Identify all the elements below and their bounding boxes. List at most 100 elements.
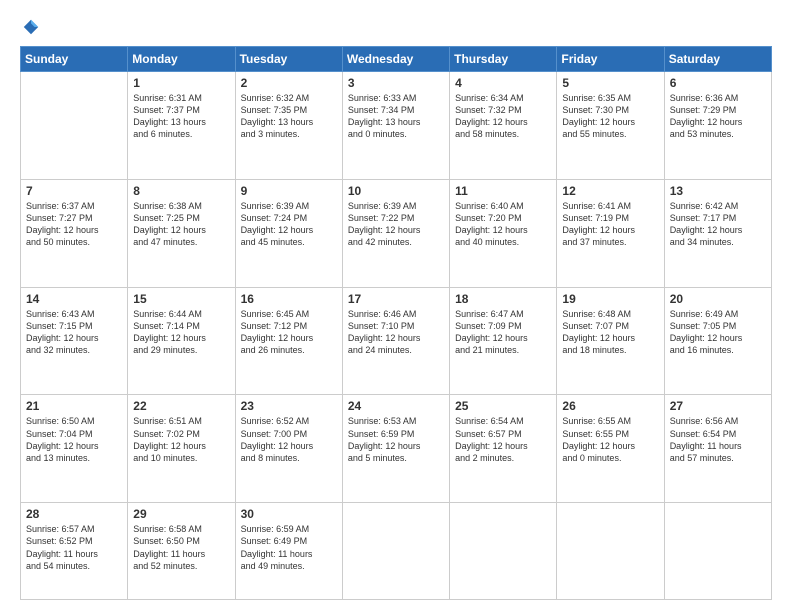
- day-number: 28: [26, 507, 122, 521]
- cell-info: Sunrise: 6:43 AM Sunset: 7:15 PM Dayligh…: [26, 308, 122, 357]
- calendar-cell: 25 Sunrise: 6:54 AM Sunset: 6:57 PM Dayli…: [450, 395, 557, 503]
- cell-info: Sunrise: 6:47 AM Sunset: 7:09 PM Dayligh…: [455, 308, 551, 357]
- day-number: 10: [348, 184, 444, 198]
- calendar-cell: 23 Sunrise: 6:52 AM Sunset: 7:00 PM Dayli…: [235, 395, 342, 503]
- cell-info: Sunrise: 6:45 AM Sunset: 7:12 PM Dayligh…: [241, 308, 337, 357]
- calendar-cell: 13 Sunrise: 6:42 AM Sunset: 7:17 PM Dayli…: [664, 179, 771, 287]
- day-number: 27: [670, 399, 766, 413]
- weekday-header-thursday: Thursday: [450, 47, 557, 72]
- cell-info: Sunrise: 6:56 AM Sunset: 6:54 PM Dayligh…: [670, 415, 766, 464]
- cell-info: Sunrise: 6:50 AM Sunset: 7:04 PM Dayligh…: [26, 415, 122, 464]
- weekday-header-monday: Monday: [128, 47, 235, 72]
- cell-info: Sunrise: 6:58 AM Sunset: 6:50 PM Dayligh…: [133, 523, 229, 572]
- calendar-cell: 10 Sunrise: 6:39 AM Sunset: 7:22 PM Dayli…: [342, 179, 449, 287]
- calendar-week-row: 28 Sunrise: 6:57 AM Sunset: 6:52 PM Dayli…: [21, 503, 772, 600]
- calendar-cell: 7 Sunrise: 6:37 AM Sunset: 7:27 PM Daylig…: [21, 179, 128, 287]
- logo-icon: [22, 18, 40, 36]
- weekday-header-sunday: Sunday: [21, 47, 128, 72]
- day-number: 13: [670, 184, 766, 198]
- day-number: 23: [241, 399, 337, 413]
- day-number: 21: [26, 399, 122, 413]
- cell-info: Sunrise: 6:35 AM Sunset: 7:30 PM Dayligh…: [562, 92, 658, 141]
- day-number: 26: [562, 399, 658, 413]
- day-number: 17: [348, 292, 444, 306]
- day-number: 15: [133, 292, 229, 306]
- cell-info: Sunrise: 6:51 AM Sunset: 7:02 PM Dayligh…: [133, 415, 229, 464]
- cell-info: Sunrise: 6:54 AM Sunset: 6:57 PM Dayligh…: [455, 415, 551, 464]
- calendar-table: SundayMondayTuesdayWednesdayThursdayFrid…: [20, 46, 772, 600]
- calendar-week-row: 7 Sunrise: 6:37 AM Sunset: 7:27 PM Daylig…: [21, 179, 772, 287]
- header: [20, 18, 772, 36]
- calendar-cell: 2 Sunrise: 6:32 AM Sunset: 7:35 PM Daylig…: [235, 72, 342, 180]
- day-number: 1: [133, 76, 229, 90]
- calendar-header-row: SundayMondayTuesdayWednesdayThursdayFrid…: [21, 47, 772, 72]
- calendar-cell: 9Sunrise: 6:39 AM Sunset: 7:24 PM Daylig…: [235, 179, 342, 287]
- calendar-week-row: 1 Sunrise: 6:31 AM Sunset: 7:37 PM Daylig…: [21, 72, 772, 180]
- day-number: 12: [562, 184, 658, 198]
- calendar-cell: [450, 503, 557, 600]
- day-number: 29: [133, 507, 229, 521]
- day-number: 25: [455, 399, 551, 413]
- cell-info: Sunrise: 6:57 AM Sunset: 6:52 PM Dayligh…: [26, 523, 122, 572]
- cell-info: Sunrise: 6:41 AM Sunset: 7:19 PM Dayligh…: [562, 200, 658, 249]
- calendar-cell: [342, 503, 449, 600]
- calendar-cell: 21 Sunrise: 6:50 AM Sunset: 7:04 PM Dayli…: [21, 395, 128, 503]
- logo: [20, 18, 40, 36]
- day-number: 2: [241, 76, 337, 90]
- calendar-cell: 24 Sunrise: 6:53 AM Sunset: 6:59 PM Dayli…: [342, 395, 449, 503]
- calendar-cell: 18 Sunrise: 6:47 AM Sunset: 7:09 PM Dayli…: [450, 287, 557, 395]
- cell-info: Sunrise: 6:36 AM Sunset: 7:29 PM Dayligh…: [670, 92, 766, 141]
- calendar-cell: 27 Sunrise: 6:56 AM Sunset: 6:54 PM Dayli…: [664, 395, 771, 503]
- day-number: 19: [562, 292, 658, 306]
- calendar-cell: 5 Sunrise: 6:35 AM Sunset: 7:30 PM Daylig…: [557, 72, 664, 180]
- cell-info: Sunrise: 6:55 AM Sunset: 6:55 PM Dayligh…: [562, 415, 658, 464]
- calendar-cell: 1 Sunrise: 6:31 AM Sunset: 7:37 PM Daylig…: [128, 72, 235, 180]
- calendar-cell: 22 Sunrise: 6:51 AM Sunset: 7:02 PM Dayli…: [128, 395, 235, 503]
- page: SundayMondayTuesdayWednesdayThursdayFrid…: [0, 0, 792, 612]
- day-number: 7: [26, 184, 122, 198]
- cell-info: Sunrise: 6:42 AM Sunset: 7:17 PM Dayligh…: [670, 200, 766, 249]
- calendar-cell: 20 Sunrise: 6:49 AM Sunset: 7:05 PM Dayli…: [664, 287, 771, 395]
- cell-info: Sunrise: 6:49 AM Sunset: 7:05 PM Dayligh…: [670, 308, 766, 357]
- day-number: 20: [670, 292, 766, 306]
- cell-info: Sunrise: 6:40 AM Sunset: 7:20 PM Dayligh…: [455, 200, 551, 249]
- cell-info: Sunrise: 6:32 AM Sunset: 7:35 PM Dayligh…: [241, 92, 337, 141]
- day-number: 8: [133, 184, 229, 198]
- calendar-cell: 11 Sunrise: 6:40 AM Sunset: 7:20 PM Dayli…: [450, 179, 557, 287]
- day-number: 22: [133, 399, 229, 413]
- cell-info: Sunrise: 6:44 AM Sunset: 7:14 PM Dayligh…: [133, 308, 229, 357]
- day-number: 11: [455, 184, 551, 198]
- calendar-body: 1 Sunrise: 6:31 AM Sunset: 7:37 PM Daylig…: [21, 72, 772, 600]
- calendar-cell: [664, 503, 771, 600]
- calendar-cell: 8 Sunrise: 6:38 AM Sunset: 7:25 PM Daylig…: [128, 179, 235, 287]
- day-number: 3: [348, 76, 444, 90]
- calendar-cell: 4Sunrise: 6:34 AM Sunset: 7:32 PM Daylig…: [450, 72, 557, 180]
- calendar-week-row: 14Sunrise: 6:43 AM Sunset: 7:15 PM Dayli…: [21, 287, 772, 395]
- calendar-cell: [21, 72, 128, 180]
- day-number: 4: [455, 76, 551, 90]
- day-number: 18: [455, 292, 551, 306]
- day-number: 9: [241, 184, 337, 198]
- day-number: 5: [562, 76, 658, 90]
- cell-info: Sunrise: 6:59 AM Sunset: 6:49 PM Dayligh…: [241, 523, 337, 572]
- calendar-cell: 3 Sunrise: 6:33 AM Sunset: 7:34 PM Daylig…: [342, 72, 449, 180]
- day-number: 6: [670, 76, 766, 90]
- calendar-cell: 12 Sunrise: 6:41 AM Sunset: 7:19 PM Dayli…: [557, 179, 664, 287]
- day-number: 24: [348, 399, 444, 413]
- weekday-header-tuesday: Tuesday: [235, 47, 342, 72]
- weekday-header-saturday: Saturday: [664, 47, 771, 72]
- calendar-cell: [557, 503, 664, 600]
- cell-info: Sunrise: 6:53 AM Sunset: 6:59 PM Dayligh…: [348, 415, 444, 464]
- calendar-week-row: 21 Sunrise: 6:50 AM Sunset: 7:04 PM Dayli…: [21, 395, 772, 503]
- cell-info: Sunrise: 6:38 AM Sunset: 7:25 PM Dayligh…: [133, 200, 229, 249]
- calendar-cell: 15 Sunrise: 6:44 AM Sunset: 7:14 PM Dayli…: [128, 287, 235, 395]
- cell-info: Sunrise: 6:33 AM Sunset: 7:34 PM Dayligh…: [348, 92, 444, 141]
- cell-info: Sunrise: 6:37 AM Sunset: 7:27 PM Dayligh…: [26, 200, 122, 249]
- day-number: 16: [241, 292, 337, 306]
- cell-info: Sunrise: 6:39 AM Sunset: 7:22 PM Dayligh…: [348, 200, 444, 249]
- calendar-cell: 28 Sunrise: 6:57 AM Sunset: 6:52 PM Dayli…: [21, 503, 128, 600]
- calendar-cell: 6 Sunrise: 6:36 AM Sunset: 7:29 PM Daylig…: [664, 72, 771, 180]
- cell-info: Sunrise: 6:52 AM Sunset: 7:00 PM Dayligh…: [241, 415, 337, 464]
- cell-info: Sunrise: 6:31 AM Sunset: 7:37 PM Dayligh…: [133, 92, 229, 141]
- weekday-header-wednesday: Wednesday: [342, 47, 449, 72]
